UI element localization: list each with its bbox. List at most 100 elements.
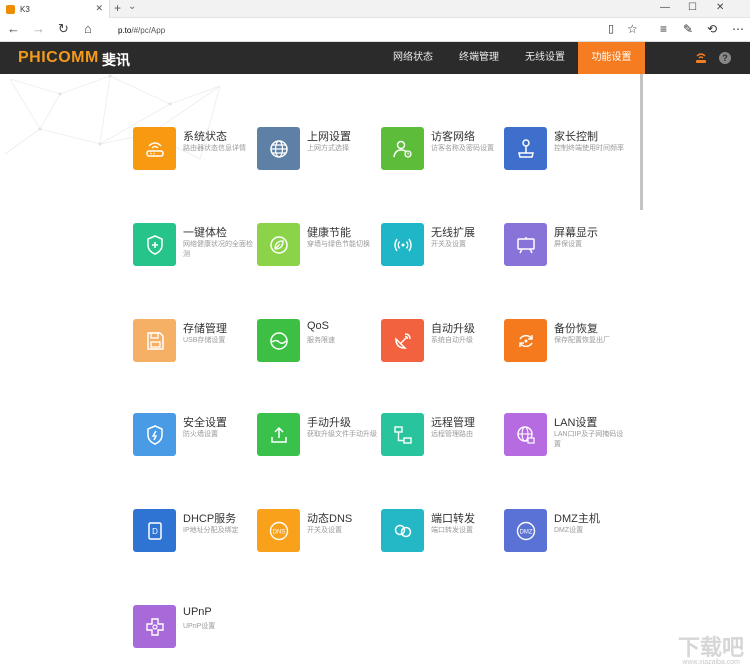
tile-title: 远程管理 xyxy=(431,417,475,429)
tile-title: LAN设置 xyxy=(554,417,598,429)
tile-qos[interactable]: QoS 服务限速 xyxy=(257,319,377,369)
router-status-icon[interactable] xyxy=(694,51,708,65)
tile-security[interactable]: 安全设置 防火墙设置 xyxy=(133,413,253,463)
tile-remote-management[interactable]: 远程管理 远程管理路由 xyxy=(381,413,501,463)
tile-desc: 远程管理路由 xyxy=(431,431,473,438)
back-arrow-icon[interactable]: ← xyxy=(7,22,20,36)
wireless-icon xyxy=(381,223,424,266)
tile-guest-network[interactable]: 访客网络 访客名称及密码设置 xyxy=(381,127,501,177)
speed-icon xyxy=(257,319,300,362)
tab-list-chevron-icon[interactable]: ⌄ xyxy=(128,1,136,12)
favorite-star-icon[interactable]: ☆ xyxy=(627,22,638,36)
menu-function-settings[interactable]: 功能设置 xyxy=(578,42,645,74)
upnp-icon xyxy=(133,605,176,648)
tile-lan-settings[interactable]: LAN设置 LAN口IP及子网掩码设置 xyxy=(504,413,624,463)
tile-backup-restore[interactable]: 备份恢复 保存配置恢复出厂 xyxy=(504,319,624,369)
tile-title: 备份恢复 xyxy=(554,323,598,335)
more-menu-icon[interactable]: ⋯ xyxy=(732,22,744,36)
menu-wireless-settings[interactable]: 无线设置 xyxy=(512,42,578,74)
tile-title: UPnP xyxy=(183,606,212,618)
tile-storage[interactable]: 存储管理 USB存储设置 xyxy=(133,319,253,369)
dmz-icon: DMZ xyxy=(504,509,547,552)
reading-view-icon[interactable]: ▯ xyxy=(608,22,614,36)
lan-globe-icon xyxy=(504,413,547,456)
tile-title: 访客网络 xyxy=(431,131,475,143)
function-grid: 系统状态 路由器状态信息详情 上网设置 上网方式选择 访客网络 访客名称及密码设… xyxy=(0,74,750,668)
tile-port-forward[interactable]: 端口转发 端口转发设置 xyxy=(381,509,501,559)
tile-upnp[interactable]: UPnP UPnP设置 xyxy=(133,605,253,655)
app-header: PHICOMM 斐讯 网络状态 终端管理 无线设置 功能设置 ? xyxy=(0,42,750,74)
url-field[interactable]: p.to/#/pc/App xyxy=(118,22,598,38)
browser-tabbar: K3 ✕ + ⌄ — ☐ ✕ xyxy=(0,0,750,18)
joystick-icon xyxy=(504,127,547,170)
tile-desc: UPnP设置 xyxy=(183,623,216,630)
share-icon[interactable]: ⟲ xyxy=(707,22,717,36)
url-path: /#/pc/App xyxy=(131,25,166,35)
phicomm-logo: PHICOMM xyxy=(18,49,99,66)
dns-icon: DNS xyxy=(257,509,300,552)
tile-manual-upgrade[interactable]: 手动升级 获取升级文件手动升级 xyxy=(257,413,377,463)
tile-title: 一键体检 xyxy=(183,227,227,239)
tile-desc: LAN口IP及子网掩码设置 xyxy=(554,431,624,448)
tile-desc: USB存储设置 xyxy=(183,337,226,344)
tile-parental-control[interactable]: 家长控制 控制终端使用时间频率 xyxy=(504,127,624,177)
tile-desc: 网络健康状况的全面检测 xyxy=(183,241,253,258)
maximize-button[interactable]: ☐ xyxy=(688,2,697,13)
browser-tab[interactable]: K3 ✕ xyxy=(0,0,110,18)
menu-network-status[interactable]: 网络状态 xyxy=(380,42,446,74)
refresh-icon[interactable]: ↻ xyxy=(58,22,69,36)
tile-desc: 屏保设置 xyxy=(554,241,582,248)
dhcp-icon-label: D xyxy=(152,527,158,536)
tile-title: 端口转发 xyxy=(431,513,475,525)
url-host: p.to xyxy=(118,25,132,35)
tile-title: 存储管理 xyxy=(183,323,227,335)
tile-ddns[interactable]: DNS 动态DNS 开关及设置 xyxy=(257,509,377,559)
tile-screen-display[interactable]: 屏幕显示 屏保设置 xyxy=(504,223,624,273)
shield-plus-icon xyxy=(133,223,176,266)
tile-desc: 上网方式选择 xyxy=(307,145,349,152)
floppy-icon xyxy=(133,319,176,362)
tile-desc: 访客名称及密码设置 xyxy=(431,145,494,152)
port-forward-icon xyxy=(381,509,424,552)
remote-network-icon xyxy=(381,413,424,456)
leaf-icon xyxy=(257,223,300,266)
main-menu: 网络状态 终端管理 无线设置 功能设置 xyxy=(380,42,645,74)
tile-title: 健康节能 xyxy=(307,227,351,239)
tile-title: 无线扩展 xyxy=(431,227,475,239)
tile-desc: 服务限速 xyxy=(307,337,335,344)
tile-desc: 端口转发设置 xyxy=(431,527,473,534)
tab-close-icon[interactable]: ✕ xyxy=(95,3,103,14)
home-icon[interactable]: ⌂ xyxy=(84,22,92,36)
dhcp-icon: D xyxy=(133,509,176,552)
tile-internet-settings[interactable]: 上网设置 上网方式选择 xyxy=(257,127,377,177)
tile-energy-saving[interactable]: 健康节能 穿墙与绿色节能切换 xyxy=(257,223,377,273)
tile-dhcp[interactable]: D DHCP服务 IP地址分配及绑定 xyxy=(133,509,253,559)
tile-one-click-check[interactable]: 一键体检 网络健康状况的全面检测 xyxy=(133,223,253,273)
new-tab-button[interactable]: + xyxy=(114,1,121,15)
tile-system-status[interactable]: 系统状态 路由器状态信息详情 xyxy=(133,127,253,177)
scrollbar[interactable] xyxy=(640,74,643,210)
tile-auto-upgrade[interactable]: 自动升级 系统自动升级 xyxy=(381,319,501,369)
tile-desc: 开关及设置 xyxy=(307,527,342,534)
globe-icon xyxy=(257,127,300,170)
tile-dmz-host[interactable]: DMZ DMZ主机 DMZ设置 xyxy=(504,509,624,559)
tile-title: 上网设置 xyxy=(307,131,351,143)
tile-desc: 开关及设置 xyxy=(431,241,466,248)
tile-title: DMZ主机 xyxy=(554,513,600,525)
forward-arrow-icon[interactable]: → xyxy=(32,22,45,36)
screen-icon xyxy=(504,223,547,266)
minimize-button[interactable]: — xyxy=(660,2,670,13)
tile-title: 家长控制 xyxy=(554,131,598,143)
tile-desc: 防火墙设置 xyxy=(183,431,218,438)
favicon-icon xyxy=(6,4,15,14)
tile-wireless-extend[interactable]: 无线扩展 开关及设置 xyxy=(381,223,501,273)
close-window-button[interactable]: ✕ xyxy=(716,2,724,13)
menu-device-management[interactable]: 终端管理 xyxy=(446,42,512,74)
router-icon xyxy=(133,127,176,170)
tab-title: K3 xyxy=(20,4,30,14)
hub-menu-icon[interactable]: ≡ xyxy=(660,22,667,36)
note-pen-icon[interactable]: ✎ xyxy=(683,22,693,36)
tile-title: QoS xyxy=(307,320,330,332)
tile-title: 自动升级 xyxy=(431,323,475,335)
help-icon[interactable]: ? xyxy=(719,52,731,64)
